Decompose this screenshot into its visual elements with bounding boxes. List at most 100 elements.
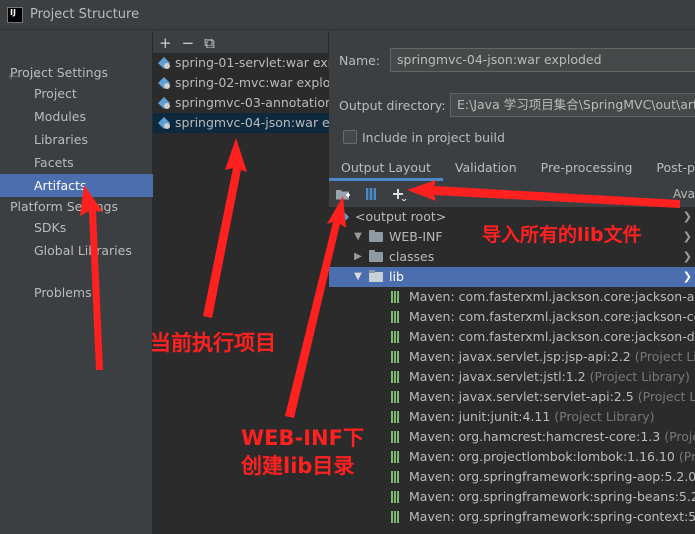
artifacts-toolbar: + − ⧉ — [159, 34, 215, 52]
library-name: Maven: com.fasterxml.jackson.core:jackso… — [409, 309, 695, 324]
library-name: Maven: javax.servlet:servlet-api:2.5 — [409, 389, 634, 404]
chevron-down-icon[interactable]: ▼ — [353, 267, 363, 287]
table-row[interactable]: Maven: org.springframework:spring-contex… — [329, 507, 695, 527]
library-icon — [391, 511, 403, 523]
artifact-label: springmvc-04-json:war exploded — [175, 115, 329, 130]
table-row[interactable]: Maven: junit:junit:4.11 (Project Library… — [329, 407, 695, 427]
platform-settings-heading: Platform Settings — [10, 199, 118, 214]
library-icon — [391, 471, 403, 483]
library-tag: (Project Library) — [589, 369, 690, 384]
add-artifact-icon[interactable]: + — [159, 34, 172, 52]
add-copy-icon[interactable] — [391, 186, 407, 202]
output-layout-tree: <output root> ❯ ▼ WEB-INF ❯ ▶ classes ❯ … — [329, 207, 695, 534]
name-field[interactable]: springmvc-04-json:war exploded — [390, 48, 695, 72]
include-in-build-checkbox[interactable] — [343, 130, 357, 144]
table-row[interactable]: Maven: org.hamcrest:hamcrest-core:1.3 (P… — [329, 427, 695, 447]
table-row[interactable]: Maven: org.springframework:spring-aop:5.… — [329, 467, 695, 487]
sidebar-item-problems[interactable]: Problems — [0, 281, 153, 304]
tab-validation[interactable]: Validation — [443, 155, 529, 181]
output-directory-field[interactable]: E:\Java 学习项目集合\SpringMVC\out\artifacts — [450, 93, 695, 117]
table-row[interactable]: Maven: javax.servlet:servlet-api:2.5 (Pr… — [329, 387, 695, 407]
library-icon — [391, 351, 403, 363]
table-row[interactable]: Maven: com.fasterxml.jackson.core:jackso… — [329, 287, 695, 307]
create-archive-icon[interactable] — [363, 186, 379, 202]
details-tabs: Output Layout Validation Pre-processing … — [329, 155, 695, 181]
library-name: Maven: javax.servlet:jstl:1.2 — [409, 369, 586, 384]
artifact-label: spring-01-servlet:war exploded — [175, 55, 329, 70]
project-settings-heading: Project Settings — [10, 65, 109, 80]
library-name: Maven: junit:junit:4.11 — [409, 409, 551, 424]
sidebar-item-artifacts[interactable]: Artifacts — [0, 174, 153, 197]
library-tag: (Project Library) — [637, 389, 695, 404]
create-directory-icon[interactable] — [335, 186, 351, 202]
tree-row-classes[interactable]: ▶ classes ❯ — [329, 247, 695, 267]
table-row[interactable]: Maven: org.projectlombok:lombok:1.16.10 … — [329, 447, 695, 467]
folder-icon — [369, 230, 383, 242]
sidebar-item-libraries[interactable]: Libraries — [0, 128, 153, 151]
war-artifact-icon — [158, 117, 170, 129]
library-name: Maven: org.projectlombok:lombok:1.16.10 — [409, 449, 675, 464]
sidebar-item-facets[interactable]: Facets — [0, 151, 153, 174]
library-icon — [391, 411, 403, 423]
output-directory-label: Output directory: — [339, 98, 446, 113]
list-item[interactable]: spring-02-mvc:war exploded — [153, 73, 329, 93]
library-name: Maven: org.springframework:spring-beans:… — [409, 489, 695, 504]
layout-toolbar — [329, 181, 695, 207]
chevron-right-icon[interactable]: ▶ — [353, 247, 363, 267]
artifact-details: Name: springmvc-04-json:war exploded Out… — [329, 31, 695, 534]
table-row[interactable]: Maven: org.springframework:spring-beans:… — [329, 487, 695, 507]
table-row[interactable]: Maven: javax.servlet.jsp:jsp-api:2.2 (Pr… — [329, 347, 695, 367]
library-tag: (Project Library) — [664, 429, 695, 444]
list-item[interactable]: springmvc-03-annotation:war exploded — [153, 93, 329, 113]
folder-icon — [369, 270, 383, 282]
library-icon — [391, 491, 403, 503]
copy-artifact-icon[interactable]: ⧉ — [204, 34, 215, 52]
library-icon — [391, 291, 403, 303]
available-elements-label: Ava — [673, 187, 695, 201]
table-row[interactable]: Maven: com.fasterxml.jackson.core:jackso… — [329, 307, 695, 327]
chevron-down-icon[interactable]: ▼ — [353, 227, 363, 247]
table-row[interactable]: Maven: javax.servlet:jstl:1.2 (Project L… — [329, 367, 695, 387]
tab-output-layout[interactable]: Output Layout — [329, 155, 443, 181]
remove-artifact-icon[interactable]: − — [182, 34, 195, 52]
library-name: Maven: org.springframework:spring-aop:5.… — [409, 469, 695, 484]
war-artifact-icon — [158, 97, 170, 109]
include-in-build-label: Include in project build — [362, 130, 505, 145]
sidebar-item-modules[interactable]: Modules — [0, 105, 153, 128]
library-icon — [391, 331, 403, 343]
war-artifact-icon — [158, 77, 170, 89]
sidebar-item-project[interactable]: Project — [0, 82, 153, 105]
library-icon — [391, 451, 403, 463]
artifact-label: spring-02-mvc:war exploded — [175, 75, 329, 90]
name-label: Name: — [339, 53, 381, 68]
library-icon — [391, 391, 403, 403]
library-tag: (Project Library) — [634, 349, 695, 364]
tab-pre-processing[interactable]: Pre-processing — [529, 155, 645, 181]
annotation-current-project: 当前执行项目 — [150, 331, 276, 355]
chevron-right-icon: ❯ — [682, 210, 692, 223]
tree-row-lib[interactable]: ▼ lib ❯ — [329, 267, 695, 287]
library-icon — [391, 371, 403, 383]
intellij-logo-icon: IJ — [7, 6, 23, 23]
library-name: Maven: org.springframework:spring-contex… — [409, 509, 695, 524]
library-tag: (Project Library) — [678, 449, 695, 464]
annotation-import-libs: 导入所有的lib文件 — [482, 224, 642, 246]
settings-sidebar: ←→ Project Settings Project Modules Libr… — [0, 31, 153, 534]
library-tag: (Project Library) — [554, 409, 655, 424]
table-row[interactable]: Maven: com.fasterxml.jackson.core:jackso… — [329, 327, 695, 347]
tab-post-processing[interactable]: Post-processing — [644, 155, 695, 181]
tree-label: <output root> — [355, 209, 447, 224]
library-icon — [391, 431, 403, 443]
sidebar-item-sdks[interactable]: SDKs — [0, 216, 153, 239]
list-item-selected[interactable]: springmvc-04-json:war exploded — [153, 113, 329, 133]
war-artifact-icon — [158, 57, 170, 69]
window-title: Project Structure — [30, 7, 140, 22]
tree-label: lib — [389, 269, 404, 284]
chevron-right-icon: ❯ — [682, 230, 692, 243]
list-item[interactable]: spring-01-servlet:war exploded — [153, 53, 329, 73]
annotation-create-lib-line2: 创建lib目录 — [241, 454, 355, 478]
chevron-right-icon: ❯ — [682, 250, 692, 263]
library-name: Maven: com.fasterxml.jackson.core:jackso… — [409, 289, 695, 304]
title-bar: IJ Project Structure — [0, 0, 695, 30]
sidebar-item-global-libraries[interactable]: Global Libraries — [0, 239, 153, 262]
